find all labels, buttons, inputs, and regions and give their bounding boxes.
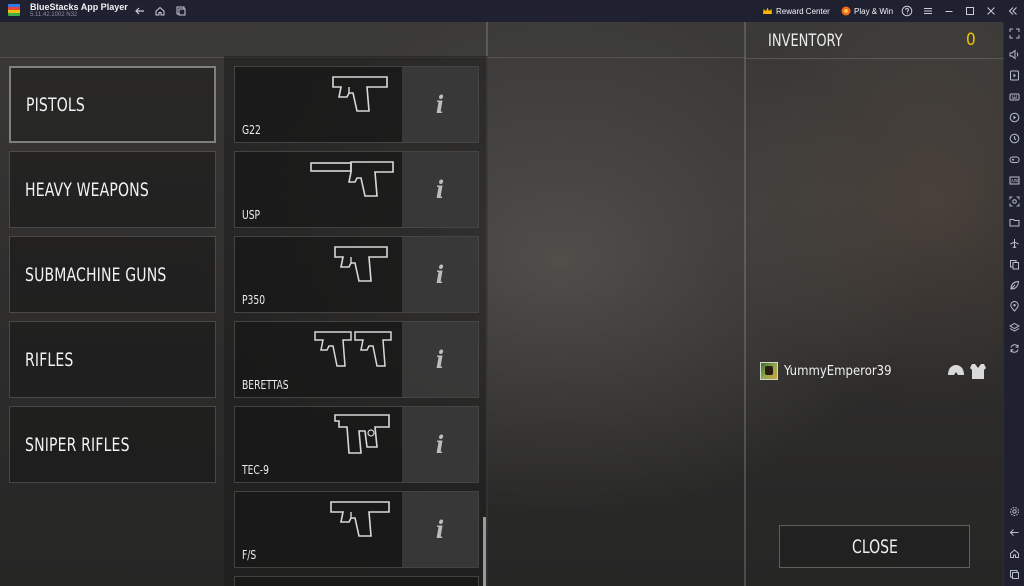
weapon-info-button[interactable]: i: [402, 407, 478, 482]
top-strip: [0, 22, 745, 58]
weapon-item-fs[interactable]: F/S i: [234, 491, 479, 568]
player-name: YummyEmperor39: [784, 363, 892, 379]
weapon-info-button[interactable]: i: [402, 322, 478, 397]
inventory-title: INVENTORY: [768, 31, 843, 51]
weapon-name: TEC-9: [242, 463, 269, 477]
weapon-list-scrollbar[interactable]: [483, 517, 486, 586]
home-icon[interactable]: [1007, 546, 1022, 561]
keyboard-icon[interactable]: [1007, 89, 1022, 104]
inventory-divider: [744, 22, 746, 586]
weapon-info-button[interactable]: i: [402, 67, 478, 142]
weapon-name: BERETTAS: [242, 378, 289, 392]
bluestacks-logo-icon: [8, 4, 20, 16]
close-label: CLOSE: [851, 535, 898, 558]
coin-icon: [841, 6, 851, 16]
layers-icon[interactable]: [1007, 320, 1022, 335]
category-label: HEAVY WEAPONS: [25, 178, 149, 201]
record-icon[interactable]: [1007, 110, 1022, 125]
weapon-item-usp[interactable]: USP i: [234, 151, 479, 228]
menu-icon[interactable]: [921, 4, 935, 18]
close-icon[interactable]: [984, 4, 998, 18]
game-screen: PISTOLS HEAVY WEAPONS SUBMACHINE GUNS RI…: [0, 22, 1003, 586]
weapon-name: P350: [242, 293, 266, 307]
copy-icon[interactable]: [1007, 257, 1022, 272]
back-icon[interactable]: [133, 4, 147, 18]
multi-instance-icon[interactable]: [174, 4, 188, 18]
reward-center-button[interactable]: Reward Center: [762, 4, 830, 18]
settings-icon[interactable]: [1007, 504, 1022, 519]
weapon-name: USP: [242, 208, 261, 222]
collapse-sidebar-icon[interactable]: [1006, 4, 1020, 18]
volume-icon[interactable]: [1007, 47, 1022, 62]
folder-icon[interactable]: [1007, 215, 1022, 230]
armor-vest-icon: [970, 364, 986, 379]
sync-icon[interactable]: [1007, 341, 1022, 356]
crown-icon: [763, 7, 772, 14]
back-icon[interactable]: [1007, 525, 1022, 540]
video-icon[interactable]: [1007, 68, 1022, 83]
recent-apps-icon[interactable]: [1007, 567, 1022, 582]
gamepad-icon[interactable]: [1007, 152, 1022, 167]
weapon-item-berettas[interactable]: BERETTAS i: [234, 321, 479, 398]
category-heavy-weapons[interactable]: HEAVY WEAPONS: [9, 151, 216, 228]
app-name: BlueStacks App Player: [30, 2, 128, 12]
eco-mode-icon[interactable]: [1007, 278, 1022, 293]
category-label: RIFLES: [25, 348, 74, 371]
fullscreen-icon[interactable]: [1007, 26, 1022, 41]
reward-center-label: Reward Center: [776, 6, 830, 16]
pistol-icon: [330, 501, 390, 537]
weapon-item-tec-9[interactable]: TEC-9 i: [234, 406, 479, 483]
machine-pistol-icon: [334, 414, 390, 454]
help-icon[interactable]: [900, 4, 914, 18]
home-icon[interactable]: [153, 4, 167, 18]
weapon-info-button[interactable]: i: [402, 492, 478, 567]
weapon-item-p350[interactable]: P350 i: [234, 236, 479, 313]
bluestacks-sidebar: APK: [1003, 22, 1024, 586]
weapon-item-g22[interactable]: G22 i: [234, 66, 479, 143]
window-titlebar: BlueStacks App Player 5.11.42.1002 N32 R…: [0, 0, 1024, 22]
maximize-icon[interactable]: [963, 4, 977, 18]
category-rifles[interactable]: RIFLES: [9, 321, 216, 398]
category-label: SNIPER RIFLES: [25, 433, 130, 456]
screenshot-icon[interactable]: [1007, 194, 1022, 209]
weapon-name: F/S: [242, 548, 257, 562]
dual-pistols-icon: [314, 331, 392, 367]
weapon-info-button[interactable]: i: [402, 152, 478, 227]
svg-text:APK: APK: [1011, 179, 1019, 184]
player-entry[interactable]: YummyEmperor39: [760, 362, 892, 380]
play-win-label: Play & Win: [854, 6, 894, 16]
weapon-item-partial[interactable]: [234, 576, 479, 586]
close-button[interactable]: CLOSE: [779, 525, 970, 568]
category-submachine-guns[interactable]: SUBMACHINE GUNS: [9, 236, 216, 313]
category-sniper-rifles[interactable]: SNIPER RIFLES: [9, 406, 216, 483]
category-label: PISTOLS: [26, 93, 85, 116]
inventory-divider-line: [746, 58, 1003, 59]
app-version: 5.11.42.1002 N32: [30, 12, 78, 18]
avatar: [760, 362, 778, 380]
macro-icon[interactable]: [1007, 131, 1022, 146]
inventory-count: 0: [966, 30, 976, 50]
weapon-name: G22: [242, 123, 261, 137]
pistol-icon: [334, 246, 388, 282]
play-win-button[interactable]: Play & Win: [841, 4, 893, 18]
silenced-pistol-icon: [310, 161, 394, 197]
pistol-icon: [332, 76, 388, 112]
helmet-icon: [948, 365, 964, 375]
location-icon[interactable]: [1007, 299, 1022, 314]
apk-icon[interactable]: APK: [1007, 173, 1022, 188]
category-label: SUBMACHINE GUNS: [25, 263, 167, 286]
airplane-icon[interactable]: [1007, 236, 1022, 251]
minimize-icon[interactable]: [942, 4, 956, 18]
weapon-info-button[interactable]: i: [402, 237, 478, 312]
category-pistols[interactable]: PISTOLS: [9, 66, 216, 143]
